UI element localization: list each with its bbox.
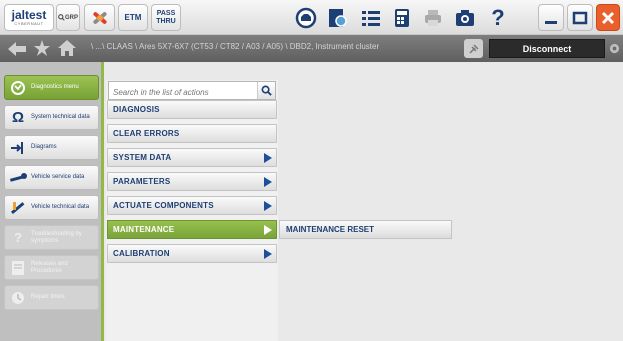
sidebar-item-label: System technical data [31,114,90,120]
top-toolbar: jaltest CYBERNAUT GRP ETM PASS THRU ? [0,0,623,35]
action-label: MAINTENANCE [113,225,175,234]
star-icon[interactable] [34,40,50,56]
action-item-maintenance[interactable]: MAINTENANCE [107,220,277,239]
action-item-actuate-components[interactable]: ACTUATE COMPONENTS [107,196,277,215]
print-icon [425,10,441,26]
submenu-arrow-icon [264,201,272,211]
grp-search-button[interactable]: GRP [56,4,80,31]
camera-button[interactable] [453,6,477,30]
sidebar-item-system-technical-data[interactable]: Ω System technical data [4,105,99,130]
sidebar-item-troubleshooting[interactable]: ? Troubleshooting by symptoms [4,225,99,250]
tools-icon [92,11,107,24]
sidebar-item-vehicle-technical-data[interactable]: Vehicle technical data [4,195,99,220]
breadcrumb: \ ...\ CLAAS \ Ares 5X7-6X7 (CT53 / CT82… [91,42,380,51]
sidebar-item-label: Diagnostics menu [31,84,79,90]
sidebar-item-diagnostics-menu[interactable]: Diagnostics menu [4,75,99,100]
print-button[interactable] [421,6,445,30]
sidebar-item-vehicle-service-data[interactable]: Vehicle service data [4,165,99,190]
clock-icon [8,289,28,307]
diagram-icon [8,139,28,157]
close-button[interactable] [596,4,620,31]
action-label: SYSTEM DATA [113,153,172,162]
maximize-button[interactable] [567,4,593,31]
help-button[interactable]: ? [486,5,510,30]
sidebar-item-diagrams[interactable]: Diagrams [4,135,99,160]
sidebar-item-label: Releases and Procedures [31,260,68,274]
search-box [108,81,276,101]
omega-icon: Ω [11,109,25,126]
maximize-icon [572,11,588,24]
submenu-arrow-icon [264,225,272,235]
troubleshooting-icon: ? [14,230,22,245]
vehicle-icon [464,39,483,58]
pass-thru-button[interactable]: PASS THRU [151,4,181,31]
thru-label: THRU [156,17,176,25]
sidebar-item-label: Vehicle technical data [31,204,90,210]
minimize-icon [545,20,557,24]
engine-icon [295,7,317,29]
close-icon [601,11,615,24]
logo-subtext: CYBERNAUT [14,21,44,26]
plug-icon [468,43,479,54]
sidebar-item-label: Troubleshooting by symptoms [31,230,82,244]
tools-button[interactable] [84,4,115,31]
sidebar-item-label: Repair times [31,294,65,300]
sidebar: Diagnostics menu Ω System technical data… [0,62,104,341]
disconnect-button[interactable]: Disconnect [489,39,605,58]
diagnostics-icon [8,79,28,97]
pass-label: PASS [156,9,176,17]
etm-button[interactable]: ETM [118,4,148,31]
list-button[interactable] [359,6,383,30]
grp-search-icon [58,14,65,21]
navigation-bar: \ ...\ CLAAS \ Ares 5X7-6X7 (CT53 / CT82… [0,35,623,62]
action-label: CLEAR ERRORS [113,129,180,138]
minimize-button[interactable] [538,4,564,31]
action-label: PARAMETERS [113,177,171,186]
submenu-arrow-icon [264,177,272,187]
logo-text: jaltest [11,8,47,22]
search-input[interactable] [109,84,257,101]
action-item-diagnosis[interactable]: DIAGNOSIS [107,100,277,119]
back-arrow-icon[interactable] [8,42,26,56]
sidebar-item-label: Vehicle service data [31,174,85,180]
wrench-icon [8,169,28,187]
home-icon[interactable] [58,40,76,56]
search-icon [261,85,272,96]
camera-icon [456,10,474,26]
tools-small-icon [8,199,28,217]
grp-label: GRP [64,14,78,21]
submenu-label: MAINTENANCE RESET [286,225,375,234]
view-button[interactable] [326,6,350,30]
calculator-icon [395,9,409,27]
submenu-arrow-icon [264,153,272,163]
calculator-button[interactable] [390,6,414,30]
action-item-system-data[interactable]: SYSTEM DATA [107,148,277,167]
action-item-parameters[interactable]: PARAMETERS [107,172,277,191]
settings-icon[interactable] [609,43,620,54]
sidebar-item-releases-procedures[interactable]: Releases and Procedures [4,255,99,280]
action-label: CALIBRATION [113,249,170,258]
document-icon [8,259,28,277]
search-button[interactable] [257,82,275,99]
engine-button[interactable] [294,6,318,30]
sidebar-item-repair-times[interactable]: Repair times [4,285,99,310]
submenu-arrow-icon [264,249,272,259]
submenu-item-maintenance-reset[interactable]: MAINTENANCE RESET [279,220,452,239]
sidebar-item-label: Diagrams [31,144,57,150]
jaltest-logo[interactable]: jaltest CYBERNAUT [4,4,54,31]
view-icon [329,9,347,27]
action-item-calibration[interactable]: CALIBRATION [107,244,277,263]
action-label: ACTUATE COMPONENTS [113,201,214,210]
action-label: DIAGNOSIS [113,105,160,114]
list-icon [362,11,380,26]
action-item-clear-errors[interactable]: CLEAR ERRORS [107,124,277,143]
help-icon: ? [491,5,505,30]
